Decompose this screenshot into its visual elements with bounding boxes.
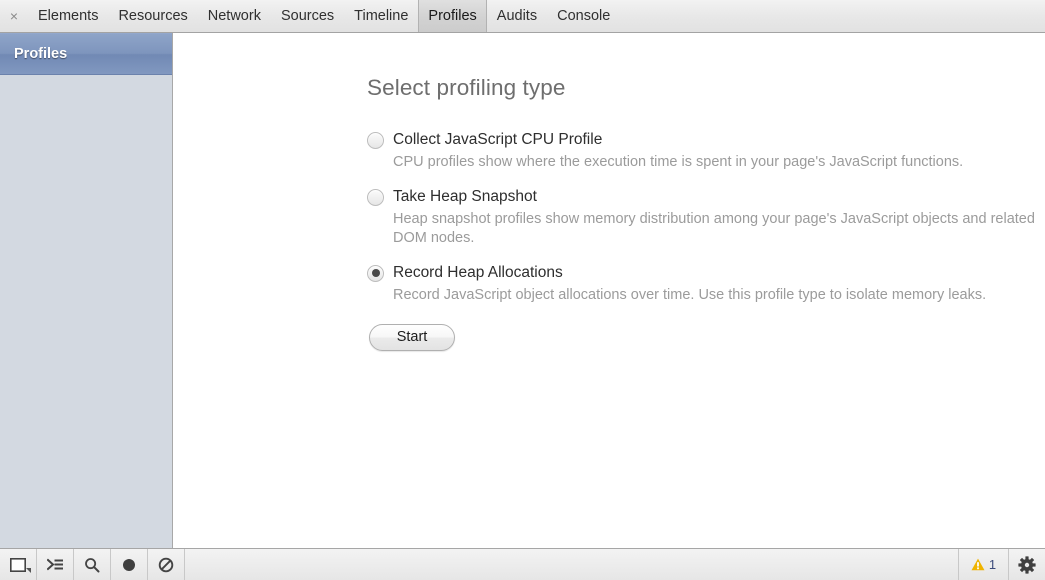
tab-bar: × Elements Resources Network Sources Tim… <box>0 0 1045 33</box>
record-icon <box>121 557 137 573</box>
radio-cpu-profile[interactable] <box>367 132 384 149</box>
clear-button[interactable] <box>148 549 185 580</box>
show-console-drawer-button[interactable] <box>37 549 74 580</box>
tab-elements[interactable]: Elements <box>28 0 108 32</box>
warning-count-button[interactable]: 1 <box>958 549 1008 580</box>
search-icon <box>84 557 100 573</box>
close-icon[interactable]: × <box>0 0 28 32</box>
gear-icon <box>1018 556 1036 574</box>
option-row-heap-snapshot[interactable]: Take Heap Snapshot <box>367 188 1045 206</box>
radio-heap-allocations[interactable] <box>367 265 384 282</box>
bottom-toolbar: 1 <box>0 548 1045 580</box>
option-label-cpu-profile: Collect JavaScript CPU Profile <box>393 131 602 149</box>
option-label-heap-snapshot: Take Heap Snapshot <box>393 188 537 206</box>
profile-type-option: Collect JavaScript CPU Profile CPU profi… <box>367 131 1045 172</box>
profile-launcher-view: Select profiling type Collect JavaScript… <box>173 33 1045 548</box>
tab-sources[interactable]: Sources <box>271 0 344 32</box>
dock-position-button[interactable] <box>0 549 37 580</box>
option-description-heap-snapshot: Heap snapshot profiles show memory distr… <box>393 210 1045 248</box>
dock-panel-icon <box>10 558 26 572</box>
chevron-down-icon <box>26 568 31 573</box>
settings-button[interactable] <box>1008 549 1045 580</box>
warning-count-label: 1 <box>989 557 996 572</box>
start-button[interactable]: Start <box>369 324 455 351</box>
panel-tabs: Elements Resources Network Sources Timel… <box>28 0 620 32</box>
tab-network[interactable]: Network <box>198 0 271 32</box>
tab-profiles[interactable]: Profiles <box>418 0 486 32</box>
profile-type-option: Record Heap Allocations Record JavaScrip… <box>367 264 1045 305</box>
tab-timeline[interactable]: Timeline <box>344 0 418 32</box>
sidebar-item-profiles[interactable]: Profiles <box>0 33 172 75</box>
record-button[interactable] <box>111 549 148 580</box>
option-row-cpu-profile[interactable]: Collect JavaScript CPU Profile <box>367 131 1045 149</box>
panel-body: Profiles Select profiling type Collect J… <box>0 33 1045 548</box>
toolbar-right-group: 1 <box>958 549 1045 580</box>
radio-heap-snapshot[interactable] <box>367 189 384 206</box>
page-title: Select profiling type <box>367 75 1045 101</box>
console-drawer-icon <box>47 558 64 572</box>
tab-audits[interactable]: Audits <box>487 0 547 32</box>
profile-type-option: Take Heap Snapshot Heap snapshot profile… <box>367 188 1045 248</box>
warning-icon <box>971 558 985 571</box>
profiles-sidebar: Profiles <box>0 33 173 548</box>
search-button[interactable] <box>74 549 111 580</box>
tab-console[interactable]: Console <box>547 0 620 32</box>
clear-icon <box>158 557 174 573</box>
option-description-cpu-profile: CPU profiles show where the execution ti… <box>393 153 1045 172</box>
toolbar-left-group <box>0 549 185 580</box>
option-row-heap-allocations[interactable]: Record Heap Allocations <box>367 264 1045 282</box>
option-description-heap-allocations: Record JavaScript object allocations ove… <box>393 286 1045 305</box>
option-label-heap-allocations: Record Heap Allocations <box>393 264 563 282</box>
devtools-window: × Elements Resources Network Sources Tim… <box>0 0 1045 580</box>
tab-resources[interactable]: Resources <box>108 0 197 32</box>
